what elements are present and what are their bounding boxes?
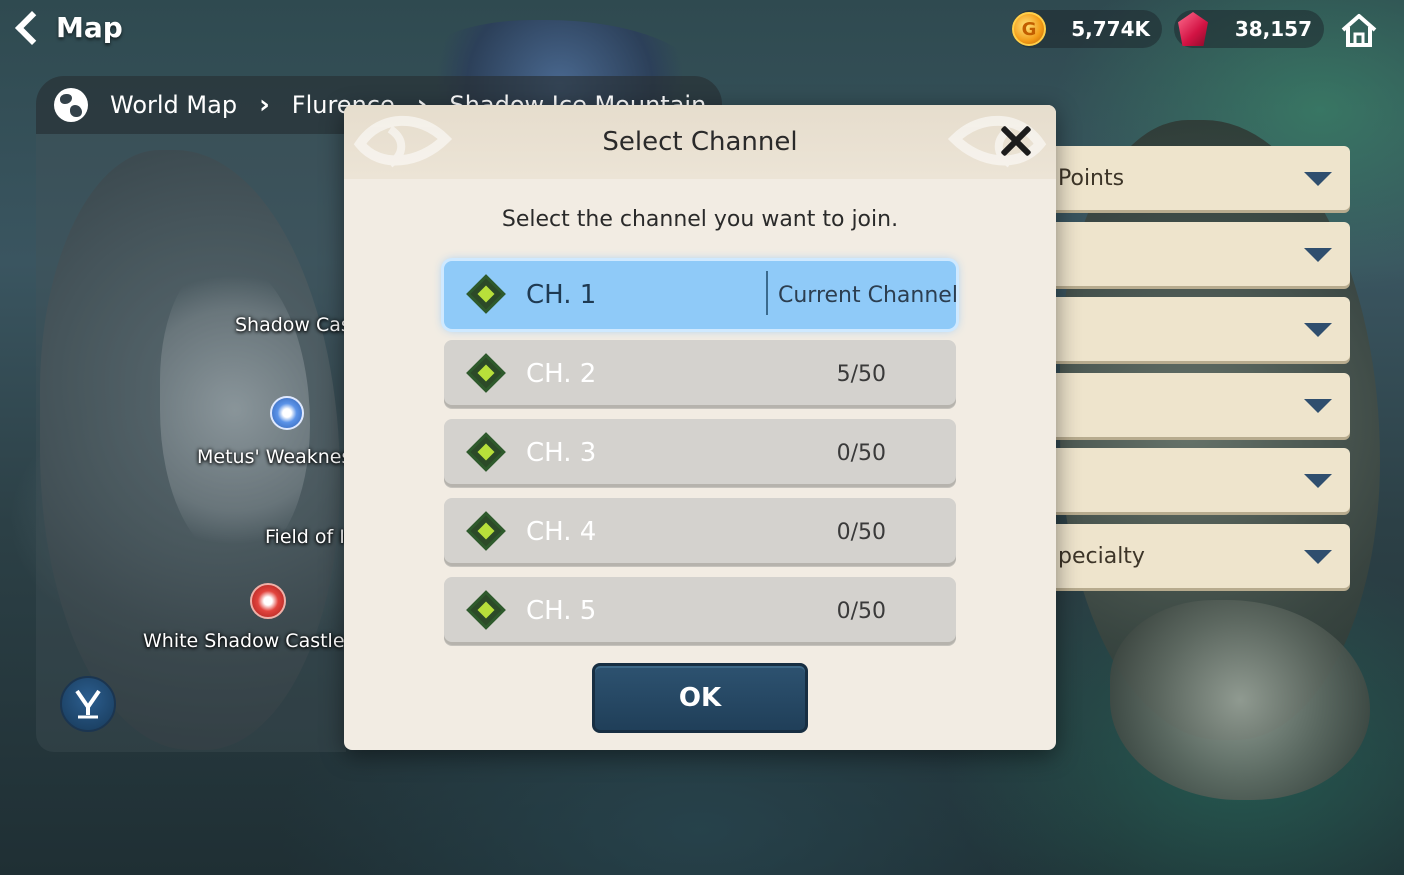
divider [766, 271, 768, 315]
gold-coin-icon: G [1012, 12, 1046, 46]
filter-dropdown[interactable]: Points [1050, 146, 1350, 210]
dialog-subtitle: Select the channel you want to join. [501, 207, 899, 232]
filter-label: pecialty [1058, 543, 1145, 569]
channel-option-4[interactable]: CH. 4 0/50 [444, 498, 956, 566]
gem-currency: 38,157 [1174, 10, 1324, 48]
ornament-icon [353, 115, 453, 168]
close-icon[interactable] [998, 123, 1034, 159]
channel-name: CH. 3 [526, 438, 597, 468]
map-panel[interactable] [36, 134, 346, 752]
dungeon-marker-icon[interactable] [250, 583, 286, 619]
fold-map-button[interactable] [60, 676, 116, 732]
channel-option-3[interactable]: CH. 3 0/50 [444, 419, 956, 487]
diamond-icon [466, 590, 506, 630]
map-location-label[interactable]: Field of Ic [265, 526, 355, 548]
back-button[interactable]: Map [10, 8, 123, 46]
breadcrumb-world-map[interactable]: World Map [110, 91, 237, 119]
channel-population: 0/50 [836, 519, 886, 545]
dropdown-arrow-icon [1304, 399, 1332, 413]
gold-currency: G 5,774K [1012, 10, 1162, 48]
diamond-icon [466, 432, 506, 472]
channel-name: CH. 2 [526, 359, 597, 389]
dropdown-arrow-icon [1304, 550, 1332, 564]
dropdown-arrow-icon [1304, 172, 1332, 186]
page-title: Map [56, 10, 123, 44]
select-channel-dialog: Select Channel Select the channel you wa… [344, 105, 1056, 750]
channel-population: 5/50 [836, 361, 886, 387]
channel-name: CH. 1 [526, 280, 597, 310]
gem-value: 38,157 [1234, 17, 1312, 41]
dropdown-arrow-icon [1304, 323, 1332, 337]
map-location-label[interactable]: White Shadow Castle W [143, 630, 369, 652]
filter-dropdown[interactable] [1050, 297, 1350, 361]
dropdown-arrow-icon [1304, 248, 1332, 262]
channel-population: 0/50 [836, 440, 886, 466]
channel-name: CH. 5 [526, 596, 597, 626]
filter-dropdown[interactable] [1050, 373, 1350, 437]
channel-option-1[interactable]: CH. 1 Current Channel [444, 261, 958, 329]
filter-dropdown[interactable] [1050, 448, 1350, 512]
channel-list: CH. 1 Current Channel CH. 2 5/50 CH. 3 0… [444, 261, 958, 656]
channel-option-2[interactable]: CH. 2 5/50 [444, 340, 956, 408]
map-location-label[interactable]: Metus' Weakness [197, 446, 361, 468]
diamond-icon [466, 353, 506, 393]
channel-population: 0/50 [836, 598, 886, 624]
quest-marker-icon[interactable] [270, 396, 304, 430]
map-location-label[interactable]: Shadow Cas [235, 314, 351, 336]
diamond-icon [466, 511, 506, 551]
chevron-right-icon: › [259, 90, 270, 120]
chevron-left-icon [10, 8, 44, 46]
current-channel-label: Current Channel [778, 282, 958, 308]
arrow-down-icon [75, 689, 101, 719]
channel-option-5[interactable]: CH. 5 0/50 [444, 577, 956, 645]
channel-name: CH. 4 [526, 517, 597, 547]
diamond-icon [466, 274, 506, 314]
gold-value: 5,774K [1071, 17, 1150, 41]
red-gem-icon [1178, 12, 1208, 46]
globe-icon[interactable] [54, 88, 88, 122]
filter-dropdown[interactable]: pecialty [1050, 524, 1350, 588]
filter-label: Points [1058, 165, 1125, 191]
filter-dropdown[interactable] [1050, 222, 1350, 286]
ok-button[interactable]: OK [592, 663, 808, 733]
dialog-header: Select Channel [344, 105, 1056, 179]
dropdown-arrow-icon [1304, 474, 1332, 488]
dialog-title: Select Channel [602, 127, 798, 157]
home-icon[interactable] [1340, 12, 1378, 48]
